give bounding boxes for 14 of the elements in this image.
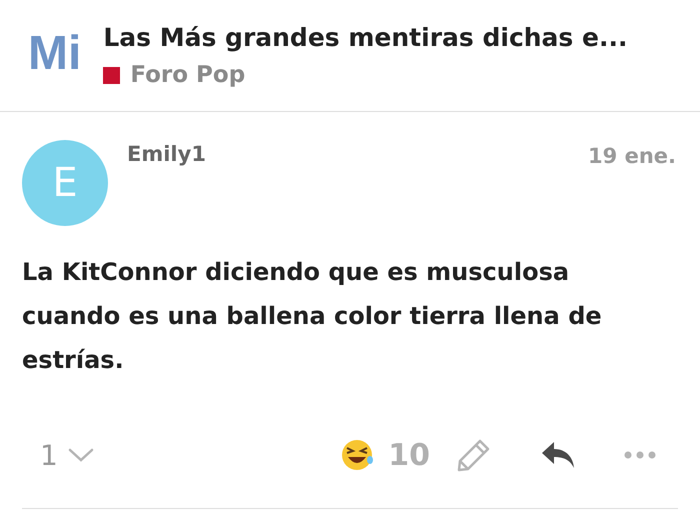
chevron-down-icon bbox=[68, 447, 94, 463]
laughing-emoji-icon bbox=[340, 438, 374, 472]
site-logo[interactable]: Mi bbox=[28, 26, 82, 81]
post-text: La KitConnor diciendo que es musculosa cuando es una ballena color tierra llena de estrías. bbox=[22, 257, 603, 376]
topic-title[interactable]: Las Más grandes mentiras dichas e... bbox=[103, 23, 628, 52]
reply-icon[interactable] bbox=[540, 440, 576, 470]
edit-icon[interactable] bbox=[456, 437, 492, 473]
more-options-icon[interactable] bbox=[624, 451, 656, 459]
category-link[interactable]: Foro Pop bbox=[130, 62, 246, 88]
username[interactable]: Emily1 bbox=[127, 142, 206, 166]
replies-toggle[interactable]: 1 bbox=[22, 438, 94, 472]
post-date[interactable]: 19 ene. bbox=[588, 144, 676, 168]
avatar[interactable]: E bbox=[22, 140, 108, 226]
reaction-button[interactable]: 10 bbox=[340, 438, 430, 472]
